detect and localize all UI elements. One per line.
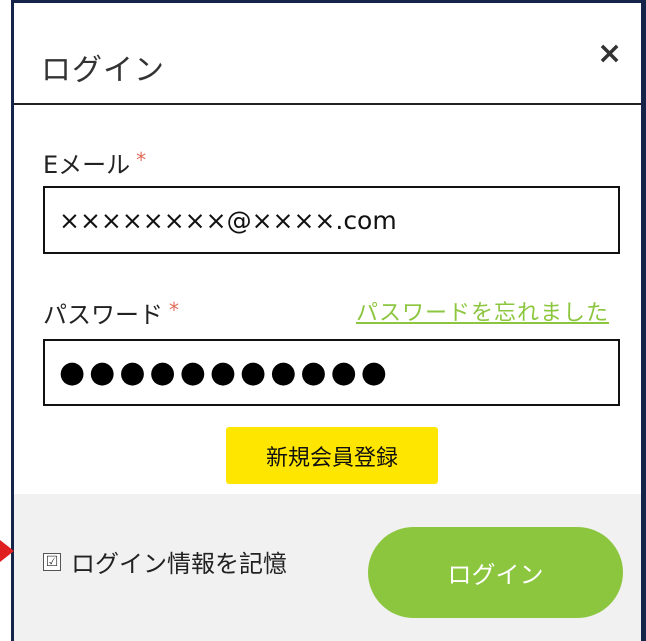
required-mark: * <box>136 148 147 172</box>
password-value: ●●●●●●●●●●● <box>59 355 391 390</box>
checkbox-icon[interactable]: ☑ <box>43 552 61 571</box>
window-frame-right <box>641 0 646 641</box>
password-field[interactable]: ●●●●●●●●●●● <box>43 339 620 406</box>
header-divider <box>14 103 641 105</box>
forgot-password-link[interactable]: パスワードを忘れました <box>356 295 609 327</box>
email-field[interactable]: ××××××××@××××.com <box>43 186 620 254</box>
password-label-text: パスワード <box>43 301 163 329</box>
red-arrow-indicator <box>0 540 14 562</box>
login-button[interactable]: ログイン <box>368 527 623 618</box>
close-icon[interactable]: × <box>597 39 622 69</box>
email-value: ××××××××@××××.com <box>59 205 397 235</box>
email-label: Eメール * <box>43 145 146 180</box>
required-mark: * <box>169 298 179 322</box>
email-label-text: Eメール <box>43 151 131 179</box>
login-dialog: ログイン × Eメール * ××××××××@××××.com パスワード * パス… <box>14 3 641 641</box>
remember-login-checkbox[interactable]: ☑ ログイン情報を記憶 <box>43 544 287 579</box>
dialog-title: ログイン <box>41 53 165 88</box>
remember-login-label: ログイン情報を記憶 <box>71 550 287 578</box>
password-label: パスワード * <box>43 295 179 330</box>
dialog-header: ログイン × <box>14 3 641 102</box>
register-button[interactable]: 新規会員登録 <box>226 427 438 484</box>
dialog-footer: ☑ ログイン情報を記憶 ログイン <box>14 494 641 641</box>
